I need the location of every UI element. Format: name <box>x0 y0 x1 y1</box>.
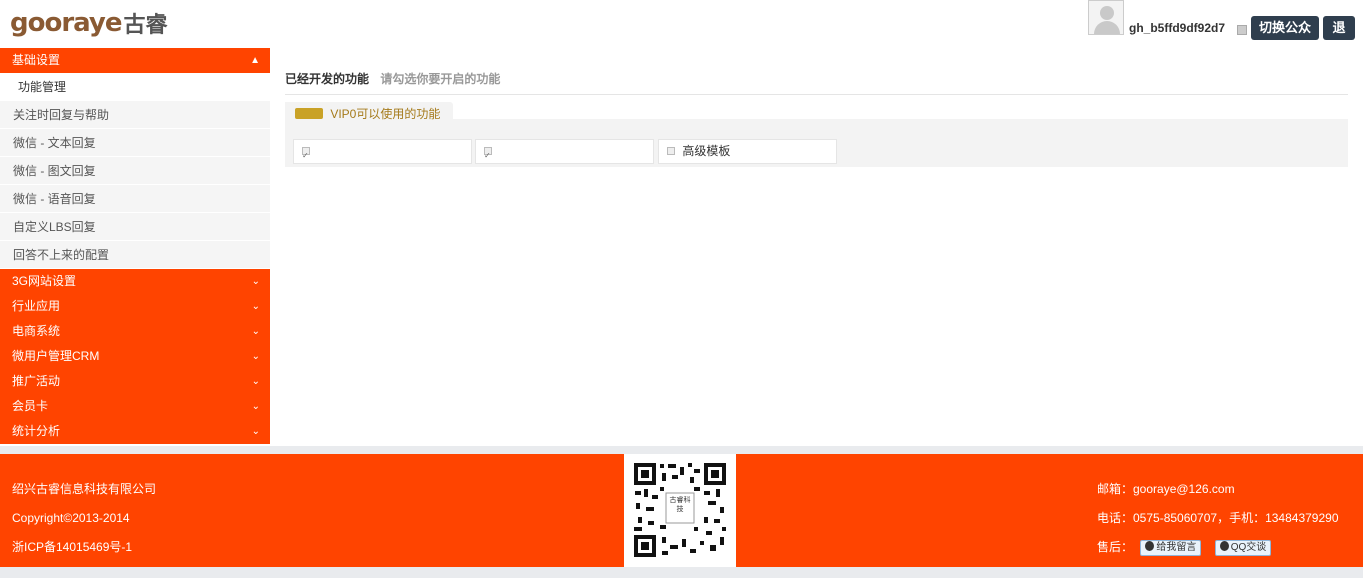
menu-label: 基础设置 <box>12 53 61 67</box>
footer: 绍兴古睿信息科技有限公司 Copyright©2013-2014 浙ICP备14… <box>0 454 1363 567</box>
feature-option[interactable]: 高级模板 <box>658 139 837 164</box>
sidebar-item-text-reply[interactable]: 微信 - 文本回复 <box>0 129 270 157</box>
feature-option[interactable] <box>475 139 654 167</box>
after-sales-row: 售后： 给我留言 QQ交谈 <box>1097 533 1339 562</box>
chevron-down-icon: ⌄ <box>251 326 260 337</box>
sidebar: 基础设置 ▲ 功能管理 关注时回复与帮助 微信 - 文本回复 微信 - 图文回复… <box>0 48 270 446</box>
feature-checkbox[interactable] <box>667 146 675 155</box>
chevron-down-icon: ⌄ <box>251 276 260 287</box>
menu-label: 行业应用 <box>12 299 61 313</box>
page-subtitle: 请勾选你要开启的功能 <box>380 72 501 86</box>
logo-word: gooraye <box>10 8 122 38</box>
logo[interactable]: gooraye 古睿 <box>10 6 168 40</box>
leave-message-button[interactable]: 给我留言 <box>1140 539 1202 556</box>
menu-member-card[interactable]: 会员卡 ⌄ <box>0 394 270 419</box>
avatar[interactable] <box>1088 0 1124 35</box>
sidebar-item-follow-reply[interactable]: 关注时回复与帮助 <box>0 101 270 129</box>
sidebar-item-news-reply[interactable]: 微信 - 图文回复 <box>0 157 270 185</box>
feature-option[interactable] <box>293 139 472 167</box>
qq-chat-button[interactable]: QQ交谈 <box>1214 539 1272 556</box>
copyright: Copyright©2013-2014 <box>12 511 130 525</box>
chevron-up-icon: ▲ <box>250 55 260 66</box>
avatar-head <box>1100 6 1114 20</box>
menu-3g-site[interactable]: 3G网站设置 ⌄ <box>0 269 270 294</box>
menu-basic-settings[interactable]: 基础设置 ▲ <box>0 48 270 73</box>
qr-center-text: 古睿科技 <box>669 496 691 513</box>
qq-chat-label: QQ交谈 <box>1230 541 1267 553</box>
menu-label: 推广活动 <box>12 374 61 388</box>
chevron-down-icon: ⌄ <box>251 426 260 437</box>
menu-label: 电商系统 <box>12 324 61 338</box>
exit-button[interactable]: 退出 <box>1323 16 1355 59</box>
menu-ecommerce[interactable]: 电商系统 ⌄ <box>0 319 270 344</box>
chevron-down-icon: ⌄ <box>251 401 260 412</box>
chevron-down-icon: ⌄ <box>251 376 260 387</box>
menu-label: 会员卡 <box>12 399 49 413</box>
contact-phone: 电话：0575-85060707，手机：13484379290 <box>1097 511 1339 525</box>
feature-label: 高级模板 <box>682 144 731 158</box>
panel-tab: VIP0可以使用的功能 <box>285 102 453 126</box>
header: gooraye 古睿 gh_b5ffd9df92d7 切换公众号 退出 <box>0 0 1363 59</box>
page-title-row: 已经开发的功能 请勾选你要开启的功能 <box>285 70 1348 95</box>
after-sales-label: 售后： <box>1097 540 1134 554</box>
menu-label: 微用户管理CRM <box>12 349 100 363</box>
username: gh_b5ffd9df92d7 <box>1129 21 1226 35</box>
vip-badge-icon <box>295 108 323 120</box>
menu-crm[interactable]: 微用户管理CRM ⌄ <box>0 344 270 369</box>
sidebar-item-voice-reply[interactable]: 微信 - 语音回复 <box>0 185 270 213</box>
sidebar-item-lbs-reply[interactable]: 自定义LBS回复 <box>0 213 270 241</box>
icp-number: 浙ICP备14015469号-1 <box>12 540 133 554</box>
chevron-down-icon: ⌄ <box>251 351 260 362</box>
qq-icon <box>1145 541 1155 552</box>
sidebar-item-unknown-reply[interactable]: 回答不上来的配置 <box>0 241 270 269</box>
footer-left: 绍兴古睿信息科技有限公司 Copyright©2013-2014 浙ICP备14… <box>12 475 156 562</box>
avatar-body <box>1094 21 1120 34</box>
main-content: 已经开发的功能 请勾选你要开启的功能 VIP0可以使用的功能 高级模板 <box>270 48 1363 446</box>
leave-message-label: 给我留言 <box>1156 541 1197 553</box>
switch-account-button[interactable]: 切换公众号 <box>1251 16 1319 59</box>
chevron-down-icon: ⌄ <box>251 301 260 312</box>
sidebar-item-feature-management[interactable]: 功能管理 <box>0 73 270 101</box>
footer-right: 邮箱：gooraye@126.com 电话：0575-85060707，手机：1… <box>1097 475 1339 562</box>
feature-panel: VIP0可以使用的功能 高级模板 <box>285 102 1348 167</box>
company-name: 绍兴古睿信息科技有限公司 <box>12 482 157 496</box>
page-title: 已经开发的功能 <box>285 72 370 86</box>
contact-email: 邮箱：gooraye@126.com <box>1097 482 1235 496</box>
edit-icon[interactable] <box>1237 25 1247 35</box>
feature-checkbox[interactable] <box>302 144 310 167</box>
menu-statistics[interactable]: 统计分析 ⌄ <box>0 419 270 444</box>
logo-cn: 古睿 <box>123 12 168 38</box>
menu-promotion[interactable]: 推广活动 ⌄ <box>0 369 270 394</box>
panel-label: VIP0可以使用的功能 <box>330 107 441 121</box>
menu-label: 3G网站设置 <box>12 274 77 288</box>
menu-label: 统计分析 <box>12 424 61 438</box>
qq-icon <box>1219 541 1229 552</box>
menu-industry[interactable]: 行业应用 ⌄ <box>0 294 270 319</box>
feature-checkbox[interactable] <box>484 144 492 167</box>
qr-code: 古睿科技 <box>624 454 736 567</box>
